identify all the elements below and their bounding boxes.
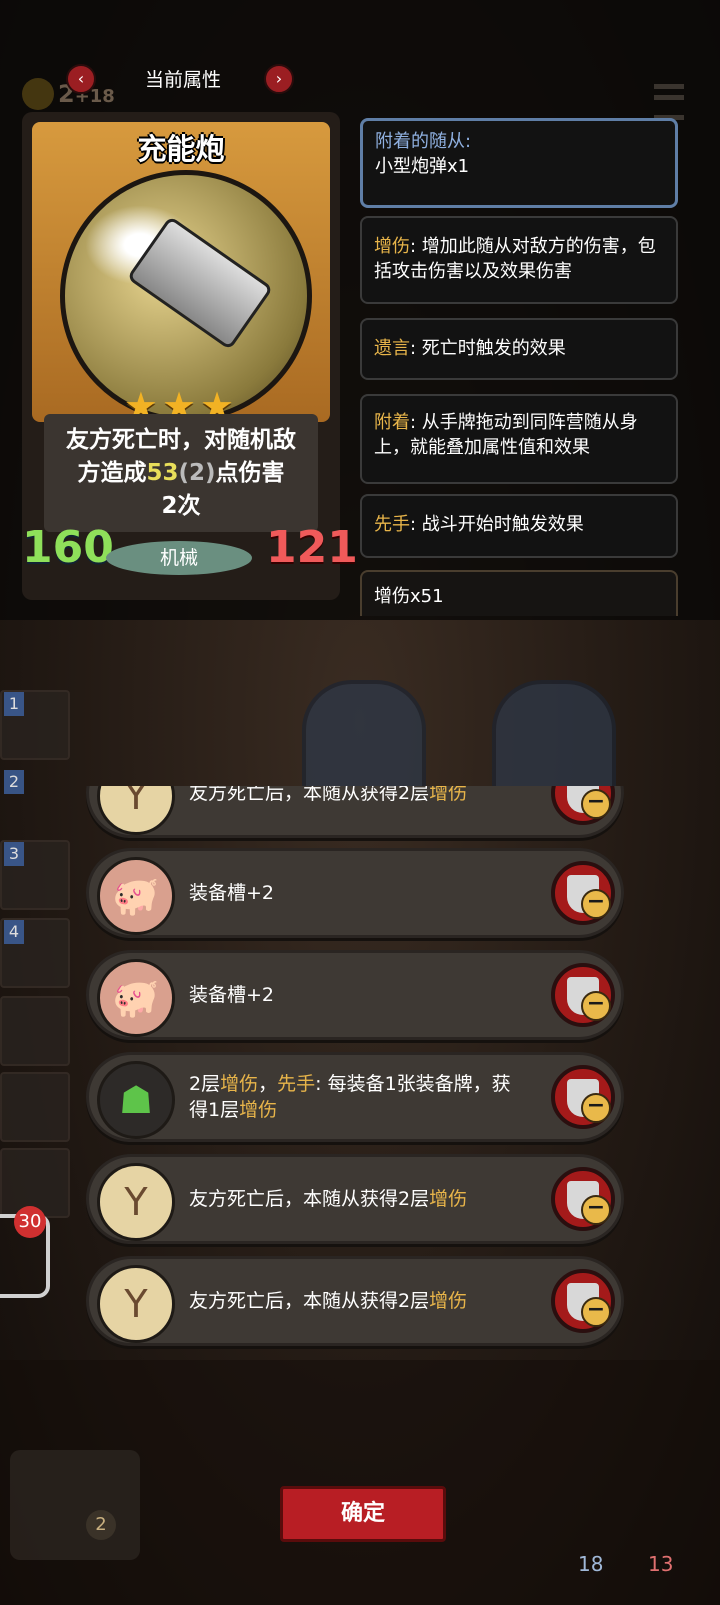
card-name: 充能炮	[137, 132, 225, 166]
remove-button[interactable]: −	[551, 1269, 615, 1333]
list-item: 🐖 装备槽+2 −	[86, 848, 624, 938]
minus-icon: −	[581, 789, 611, 819]
slingshot-icon: Y	[97, 1163, 175, 1241]
item-text: 友方死亡后，本随从获得2层增伤	[189, 1188, 468, 1210]
damage-stack-box: 增伤x51	[360, 570, 678, 616]
pig-icon: 🐖	[97, 857, 175, 935]
confirm-button[interactable]: 确定	[280, 1486, 446, 1542]
list-item: ☗ 2层增伤，先手: 每装备1张装备牌，获得1层增伤 −	[86, 1052, 624, 1142]
item-text: 友方死亡后，本随从获得2层增伤	[189, 1290, 468, 1312]
slingshot-icon: Y	[97, 1265, 175, 1343]
minus-icon: −	[581, 889, 611, 919]
remove-button[interactable]: −	[551, 861, 615, 925]
minus-icon: −	[581, 1297, 611, 1327]
rail-number: 3	[4, 842, 24, 866]
remove-button[interactable]: −	[551, 786, 615, 825]
keyword-first-box: 先手: 战斗开始时触发效果	[360, 494, 678, 558]
minus-icon: −	[581, 1195, 611, 1225]
attack-value: 160	[22, 522, 114, 573]
remove-button[interactable]: −	[551, 1167, 615, 1231]
minion-card: 充能炮 ★★★ 友方死亡时，对随机敌 方造成53(2)点伤害 2次 160 机械…	[22, 112, 358, 600]
cauldron-icon: ☗	[97, 1061, 175, 1139]
minus-icon: −	[581, 991, 611, 1021]
rail-item[interactable]	[0, 1072, 70, 1142]
item-text: 友方死亡后，本随从获得2层增伤	[189, 786, 468, 804]
attached-minions-box: 附着的随从: 小型炮弹x1	[360, 118, 678, 208]
list-item: Y 友方死亡后，本随从获得2层增伤 −	[86, 1256, 624, 1346]
remove-button[interactable]: −	[551, 1065, 615, 1129]
chest-icon[interactable]	[10, 1450, 140, 1560]
type-badge: 机械	[106, 541, 252, 575]
item-text: 装备槽+2	[189, 984, 275, 1006]
pig-icon: 🐖	[97, 959, 175, 1037]
keyword-attach-box: 附着: 从手牌拖动到同阵营随从身上，就能叠加属性值和效果	[360, 394, 678, 484]
header: ‹ 当前属性 ›	[0, 62, 720, 94]
next-arrow-button[interactable]: ›	[264, 64, 294, 94]
prev-arrow-button[interactable]: ‹	[66, 64, 96, 94]
health-value: 121	[266, 522, 358, 573]
rail-number: 4	[4, 920, 24, 944]
remove-button[interactable]: −	[551, 963, 615, 1027]
list-item: Y 友方死亡后，本随从获得2层增伤 −	[86, 786, 624, 838]
footer-stat-a: 18	[578, 1552, 604, 1576]
footer-stat-b: 13	[648, 1552, 674, 1576]
chest-count: 2	[86, 1510, 116, 1540]
slingshot-icon: Y	[97, 786, 175, 835]
item-text: 装备槽+2	[189, 882, 275, 904]
rail-item[interactable]	[0, 996, 70, 1066]
rail-number: 1	[4, 692, 24, 716]
minus-icon: −	[581, 1093, 611, 1123]
enemy-slot	[492, 680, 616, 798]
list-item: Y 友方死亡后，本随从获得2层增伤 −	[86, 1154, 624, 1244]
keyword-amp-box: 增伤: 增加此随从对敌方的伤害，包括攻击伤害以及效果伤害	[360, 216, 678, 304]
enemy-slot	[302, 680, 426, 798]
keyword-deathrattle-box: 遗言: 死亡时触发的效果	[360, 318, 678, 380]
effect-list: Y 友方死亡后，本随从获得2层增伤 − 🐖 装备槽+2 − 🐖 装备槽+2 − …	[86, 786, 626, 1360]
card-description: 友方死亡时，对随机敌 方造成53(2)点伤害 2次	[66, 427, 296, 519]
notification-badge: 30	[14, 1206, 46, 1238]
rail-number: 2	[4, 770, 24, 794]
item-text: 2层增伤，先手: 每装备1张装备牌，获得1层增伤	[189, 1073, 511, 1121]
list-item: 🐖 装备槽+2 −	[86, 950, 624, 1040]
page-title: 当前属性	[144, 69, 221, 91]
